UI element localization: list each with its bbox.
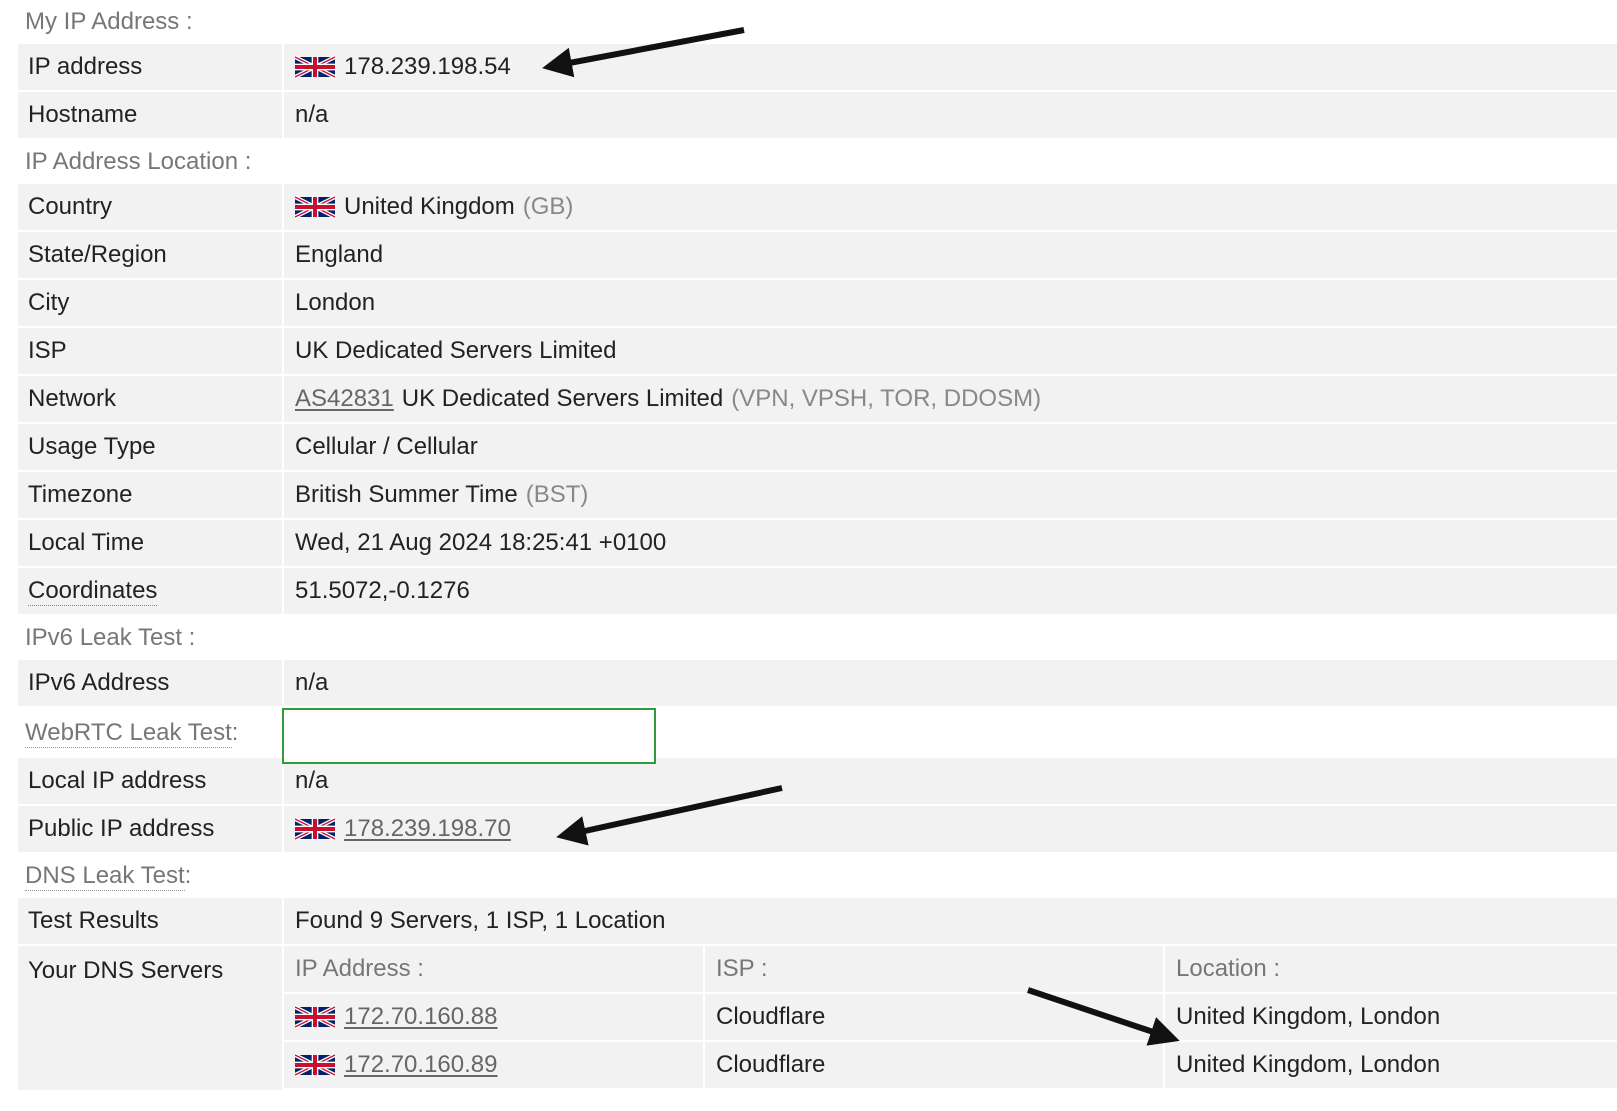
row-label: Timezone bbox=[18, 472, 282, 518]
network-tags: (VPN, VPSH, TOR, DDOSM) bbox=[731, 385, 1042, 412]
row-value: AS42831 UK Dedicated Servers Limited (VP… bbox=[284, 376, 1617, 422]
dns-location-cell: United Kingdom, London bbox=[1165, 994, 1617, 1040]
section-title: My IP Address : bbox=[25, 8, 193, 35]
webrtc-result-box bbox=[282, 708, 656, 764]
row-timezone: Timezone British Summer Time (BST) bbox=[18, 472, 1617, 518]
row-label: Local IP address bbox=[18, 758, 282, 804]
section-title-link[interactable]: DNS Leak Test bbox=[25, 862, 185, 891]
row-local-time: Local Time Wed, 21 Aug 2024 18:25:41 +01… bbox=[18, 520, 1617, 566]
uk-flag-icon bbox=[295, 52, 335, 82]
row-label: Test Results bbox=[18, 898, 282, 944]
dns-isp-cell: Cloudflare bbox=[705, 1042, 1163, 1088]
row-isp: ISP UK Dedicated Servers Limited bbox=[18, 328, 1617, 374]
state-value: England bbox=[284, 232, 1617, 278]
row-value: United Kingdom (GB) bbox=[284, 184, 1617, 230]
table-header: IP Address : ISP : Location : bbox=[284, 946, 1617, 992]
dns-ip-cell: 172.70.160.88 bbox=[284, 994, 703, 1040]
row-label: Country bbox=[18, 184, 282, 230]
city-value: London bbox=[284, 280, 1617, 326]
row-public-ip: Public IP address 178.239.198.70 bbox=[18, 806, 1617, 852]
row-label: IP address bbox=[18, 44, 282, 90]
hostname-value: n/a bbox=[284, 92, 1617, 138]
section-my-ip: My IP Address : bbox=[18, 0, 1617, 44]
row-coordinates: Coordinates 51.5072,-0.1276 bbox=[18, 568, 1617, 614]
country-value: United Kingdom bbox=[344, 193, 515, 220]
section-colon: : bbox=[184, 862, 192, 889]
section-ipv6: IPv6 Leak Test : bbox=[18, 616, 1617, 660]
test-results-value: Found 9 Servers, 1 ISP, 1 Location bbox=[284, 898, 1617, 944]
col-header-isp: ISP : bbox=[705, 946, 1163, 992]
dns-servers-table: IP Address : ISP : Location : 172.70.160… bbox=[284, 946, 1617, 1090]
section-title: IPv6 Leak Test : bbox=[25, 624, 196, 651]
uk-flag-icon bbox=[295, 814, 335, 844]
coordinates-label[interactable]: Coordinates bbox=[28, 577, 158, 606]
dns-ip-link[interactable]: 172.70.160.88 bbox=[344, 1003, 497, 1031]
dns-ip-link[interactable]: 172.70.160.89 bbox=[344, 1051, 497, 1079]
table-row: 172.70.160.89 Cloudflare United Kingdom,… bbox=[284, 1042, 1617, 1088]
row-label: Public IP address bbox=[18, 806, 282, 852]
row-city: City London bbox=[18, 280, 1617, 326]
table-row: 172.70.160.88 Cloudflare United Kingdom,… bbox=[284, 994, 1617, 1040]
row-network: Network AS42831 UK Dedicated Servers Lim… bbox=[18, 376, 1617, 422]
row-value: British Summer Time (BST) bbox=[284, 472, 1617, 518]
local-time-value: Wed, 21 Aug 2024 18:25:41 +0100 bbox=[284, 520, 1617, 566]
row-ip-address: IP address 178.239.198.54 bbox=[18, 44, 1617, 90]
uk-flag-icon bbox=[295, 1050, 335, 1080]
col-header-ip: IP Address : bbox=[284, 946, 703, 992]
row-label: ISP bbox=[18, 328, 282, 374]
isp-value: UK Dedicated Servers Limited bbox=[284, 328, 1617, 374]
timezone-value: British Summer Time bbox=[295, 481, 518, 508]
section-title-link[interactable]: WebRTC Leak Test bbox=[25, 719, 232, 748]
ipv6-value: n/a bbox=[284, 660, 1617, 706]
dns-ip-cell: 172.70.160.89 bbox=[284, 1042, 703, 1088]
row-local-ip: Local IP address n/a bbox=[18, 758, 1617, 804]
timezone-code: (BST) bbox=[525, 481, 589, 508]
dns-isp-cell: Cloudflare bbox=[705, 994, 1163, 1040]
dns-location-cell: United Kingdom, London bbox=[1165, 1042, 1617, 1088]
local-ip-value: n/a bbox=[284, 758, 1617, 804]
col-header-location: Location : bbox=[1165, 946, 1617, 992]
row-label: Local Time bbox=[18, 520, 282, 566]
row-label: Your DNS Servers bbox=[18, 946, 282, 1090]
usage-value: Cellular / Cellular bbox=[284, 424, 1617, 470]
section-colon: : bbox=[231, 719, 239, 746]
uk-flag-icon bbox=[295, 1002, 335, 1032]
row-hostname: Hostname n/a bbox=[18, 92, 1617, 138]
section-webrtc: WebRTC Leak Test : bbox=[18, 708, 1617, 764]
row-label: City bbox=[18, 280, 282, 326]
ip-address-value: 178.239.198.54 bbox=[344, 53, 511, 80]
ip-info-panel: My IP Address : IP address 178.239.198.5… bbox=[18, 0, 1617, 1090]
uk-flag-icon bbox=[295, 192, 335, 222]
public-ip-link[interactable]: 178.239.198.70 bbox=[344, 815, 511, 843]
row-country: Country United Kingdom (GB) bbox=[18, 184, 1617, 230]
row-label: Hostname bbox=[18, 92, 282, 138]
row-state: State/Region England bbox=[18, 232, 1617, 278]
row-label: Network bbox=[18, 376, 282, 422]
network-asn-link[interactable]: AS42831 bbox=[295, 385, 394, 413]
row-value: 178.239.198.54 bbox=[284, 44, 1617, 90]
row-label: IPv6 Address bbox=[18, 660, 282, 706]
dns-servers: Your DNS Servers IP Address : ISP : Loca… bbox=[18, 946, 1617, 1090]
section-title: IP Address Location : bbox=[25, 148, 252, 175]
row-label: State/Region bbox=[18, 232, 282, 278]
section-location: IP Address Location : bbox=[18, 140, 1617, 184]
row-label: Usage Type bbox=[18, 424, 282, 470]
network-value: UK Dedicated Servers Limited bbox=[401, 385, 724, 412]
row-value: 178.239.198.70 bbox=[284, 806, 1617, 852]
row-ipv6-address: IPv6 Address n/a bbox=[18, 660, 1617, 706]
section-dns: DNS Leak Test : bbox=[18, 854, 1617, 898]
country-code: (GB) bbox=[522, 193, 574, 220]
row-label: Coordinates bbox=[18, 568, 282, 614]
coordinates-value: 51.5072,-0.1276 bbox=[284, 568, 1617, 614]
row-test-results: Test Results Found 9 Servers, 1 ISP, 1 L… bbox=[18, 898, 1617, 944]
row-usage-type: Usage Type Cellular / Cellular bbox=[18, 424, 1617, 470]
